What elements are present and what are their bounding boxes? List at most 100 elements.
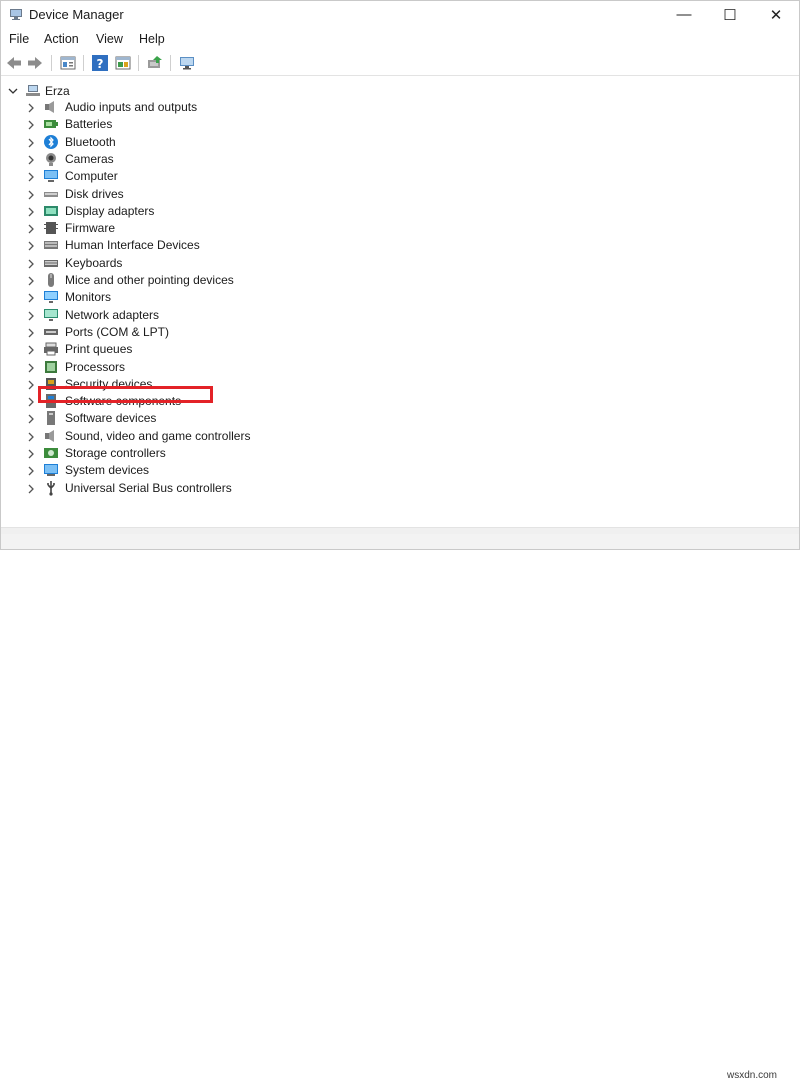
title-bar[interactable]: Device Manager — ☐ ✕ bbox=[1, 1, 799, 28]
toolbar-separator bbox=[138, 55, 139, 71]
svg-text:?: ? bbox=[97, 57, 104, 71]
tree-item-label: Batteries bbox=[65, 117, 113, 132]
toolbar: ? bbox=[1, 51, 799, 76]
tree-item-label: Software devices bbox=[65, 411, 157, 426]
chevron-down-icon[interactable] bbox=[8, 86, 18, 96]
tree-item-monitors[interactable]: Monitors bbox=[1, 289, 799, 306]
tree-item-batteries[interactable]: Batteries bbox=[1, 116, 799, 133]
tree-item-audio-inputs-and-outputs[interactable]: Audio inputs and outputs bbox=[1, 99, 799, 116]
chevron-right-icon[interactable] bbox=[26, 155, 36, 165]
processor-icon bbox=[45, 360, 57, 373]
chevron-right-icon[interactable] bbox=[26, 328, 36, 338]
chevron-right-icon[interactable] bbox=[26, 293, 36, 303]
network-adapter-icon bbox=[44, 308, 58, 321]
chevron-right-icon[interactable] bbox=[26, 103, 36, 113]
tree-item-keyboards[interactable]: Keyboards bbox=[1, 255, 799, 272]
menu-file[interactable]: File bbox=[9, 32, 29, 46]
tree-item-ports-com-lpt[interactable]: Ports (COM & LPT) bbox=[1, 324, 799, 341]
tree-item-label: Audio inputs and outputs bbox=[65, 100, 198, 114]
chevron-right-icon[interactable] bbox=[26, 276, 36, 286]
network-adapters-highlight-box bbox=[38, 386, 213, 403]
device-tree: Erza Audio inputs and outputs Batteries Bl… bbox=[1, 79, 799, 525]
tree-root[interactable]: Erza bbox=[1, 82, 799, 100]
chevron-right-icon[interactable] bbox=[26, 432, 36, 442]
chevron-right-icon[interactable] bbox=[26, 120, 36, 130]
tree-item-display-adapters[interactable]: Display adapters bbox=[1, 203, 799, 220]
menu-view[interactable]: View bbox=[96, 32, 123, 46]
tree-item-print-queues[interactable]: Print queues bbox=[1, 341, 799, 358]
computer-icon bbox=[44, 170, 58, 183]
mouse-icon bbox=[48, 273, 54, 287]
chevron-right-icon[interactable] bbox=[26, 207, 36, 217]
chevron-right-icon[interactable] bbox=[26, 172, 36, 182]
chevron-right-icon[interactable] bbox=[26, 484, 36, 494]
chevron-right-icon[interactable] bbox=[26, 311, 36, 321]
tree-item-computer[interactable]: Computer bbox=[1, 168, 799, 185]
tree-item-mice-and-other-pointing-devices[interactable]: Mice and other pointing devices bbox=[1, 272, 799, 289]
tree-item-network-adapters[interactable]: Network adapters bbox=[1, 307, 799, 324]
chevron-right-icon[interactable] bbox=[26, 414, 36, 424]
tree-item-label: Disk drives bbox=[65, 186, 124, 201]
tree-item-label: Firmware bbox=[65, 221, 115, 236]
chevron-right-icon[interactable] bbox=[26, 224, 36, 234]
chevron-right-icon[interactable] bbox=[26, 380, 36, 390]
tree-item-human-interface-devices[interactable]: Human Interface Devices bbox=[1, 237, 799, 254]
chevron-right-icon[interactable] bbox=[26, 397, 36, 407]
tree-item-system-devices[interactable]: System devices bbox=[1, 462, 799, 479]
scan-hardware-icon[interactable] bbox=[178, 54, 196, 72]
device-manager-app-icon bbox=[10, 9, 22, 20]
tree-item-storage-controllers[interactable]: Storage controllers bbox=[1, 445, 799, 462]
chevron-right-icon[interactable] bbox=[26, 190, 36, 200]
display-adapter-icon bbox=[44, 205, 58, 216]
tree-item-label: Cameras bbox=[65, 151, 114, 166]
horizontal-scrollbar[interactable] bbox=[1, 527, 799, 534]
properties-icon[interactable] bbox=[59, 54, 77, 72]
tree-item-universal-serial-bus-controllers[interactable]: Universal Serial Bus controllers bbox=[1, 480, 799, 497]
toolbar-separator bbox=[170, 55, 171, 71]
tree-item-sound-video-and-game-controllers[interactable]: Sound, video and game controllers bbox=[1, 428, 799, 445]
bluetooth-icon bbox=[44, 134, 58, 149]
chevron-right-icon[interactable] bbox=[26, 345, 36, 355]
tree-item-label: Universal Serial Bus controllers bbox=[65, 480, 232, 495]
tree-item-label: Monitors bbox=[65, 290, 112, 305]
tree-item-label: Keyboards bbox=[65, 255, 123, 270]
tree-item-processors[interactable]: Processors bbox=[1, 359, 799, 376]
back-arrow-icon[interactable] bbox=[5, 54, 23, 72]
camera-icon bbox=[46, 152, 56, 166]
forward-arrow-icon[interactable] bbox=[26, 54, 44, 72]
tree-item-bluetooth[interactable]: Bluetooth bbox=[1, 134, 799, 151]
tree-item-label: Display adapters bbox=[65, 203, 155, 218]
keyboard-icon bbox=[44, 259, 58, 267]
close-button[interactable]: ✕ bbox=[753, 1, 799, 28]
chevron-right-icon[interactable] bbox=[26, 241, 36, 251]
details-view-icon[interactable] bbox=[114, 54, 132, 72]
printer-icon bbox=[44, 342, 58, 356]
system-device-icon bbox=[44, 464, 58, 477]
tree-item-software-devices[interactable]: Software devices bbox=[1, 410, 799, 427]
chevron-right-icon[interactable] bbox=[26, 466, 36, 476]
tree-item-label: Processors bbox=[65, 359, 126, 374]
battery-icon bbox=[44, 120, 58, 129]
storage-controller-icon bbox=[44, 448, 58, 458]
tree-item-label: Print queues bbox=[65, 342, 133, 357]
tree-item-disk-drives[interactable]: Disk drives bbox=[1, 186, 799, 203]
chevron-right-icon[interactable] bbox=[26, 363, 36, 373]
tree-item-cameras[interactable]: Cameras bbox=[1, 151, 799, 168]
minimize-button[interactable]: — bbox=[661, 1, 707, 28]
tree-item-label: Mice and other pointing devices bbox=[65, 273, 234, 287]
chevron-right-icon[interactable] bbox=[26, 449, 36, 459]
usb-icon bbox=[47, 480, 55, 496]
update-driver-icon[interactable] bbox=[146, 54, 164, 72]
menu-bar: File Action View Help bbox=[1, 29, 799, 49]
help-icon[interactable]: ? bbox=[91, 54, 109, 72]
maximize-button[interactable]: ☐ bbox=[707, 1, 753, 28]
menu-help[interactable]: Help bbox=[139, 32, 165, 46]
status-bar: wsxdn.com bbox=[1, 534, 799, 1081]
menu-action[interactable]: Action bbox=[44, 32, 79, 46]
chevron-right-icon[interactable] bbox=[26, 138, 36, 148]
speaker-icon bbox=[45, 101, 54, 113]
tree-item-label: Storage controllers bbox=[65, 446, 166, 460]
tree-item-firmware[interactable]: Firmware bbox=[1, 220, 799, 237]
window-title: Device Manager bbox=[29, 7, 124, 22]
chevron-right-icon[interactable] bbox=[26, 259, 36, 269]
